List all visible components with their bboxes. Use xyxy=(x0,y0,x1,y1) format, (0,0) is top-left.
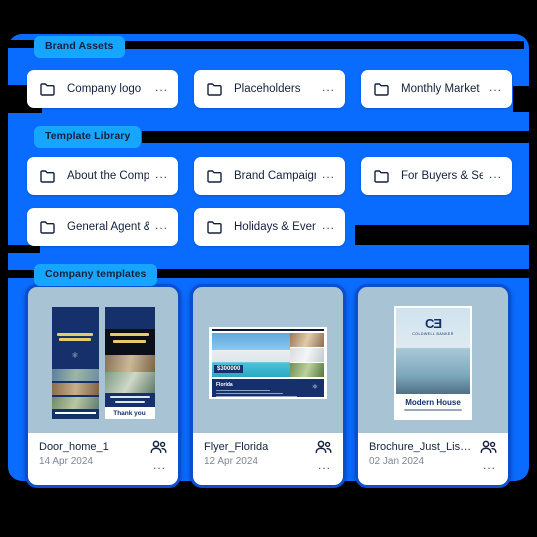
folder-chip-label: Brand Campaigns xyxy=(234,170,316,182)
folder-chip-label: Monthly Market S... xyxy=(401,83,483,95)
folder-icon xyxy=(374,82,389,96)
brochure-title: Modern House xyxy=(405,398,461,407)
redaction-bar-left-low xyxy=(0,245,40,253)
folder-chip-menu-icon[interactable]: ... xyxy=(316,219,335,231)
template-thumbnail: $300000 Florida ⚛ xyxy=(193,287,343,439)
redaction-bar-header-3 xyxy=(152,269,537,278)
folder-chip-menu-icon[interactable]: ... xyxy=(483,168,502,180)
door-back-header xyxy=(104,307,155,329)
brand-name: COLDWELL BANKER xyxy=(412,332,454,336)
flyer-price: $300000 xyxy=(214,365,244,373)
template-thumbnail: CƎ COLDWELL BANKER Modern House xyxy=(358,287,508,439)
redaction-bar-header-1 xyxy=(124,41,524,49)
door-footer-rule xyxy=(54,412,96,414)
folder-icon xyxy=(40,169,55,183)
people-icon[interactable] xyxy=(479,440,498,459)
folder-chip-menu-icon[interactable]: ... xyxy=(483,81,502,93)
folder-chip-menu-icon[interactable]: ... xyxy=(149,81,168,93)
folder-chip-placeholders[interactable]: Placeholders ... xyxy=(194,70,345,108)
folder-chip-label: Holidays & Events xyxy=(234,221,316,233)
template-menu-icon[interactable]: ... xyxy=(318,459,331,471)
folder-chip-menu-icon[interactable]: ... xyxy=(316,81,335,93)
template-name: Brochure_Just_Listed xyxy=(369,441,473,453)
brochure-address-rule xyxy=(404,409,462,411)
folder-chip-menu-icon[interactable]: ... xyxy=(149,168,168,180)
brand-logo-icon: ⚛ xyxy=(71,351,79,360)
template-menu-icon[interactable]: ... xyxy=(153,459,166,471)
photo-strip xyxy=(51,369,99,411)
door-panel-back: Thank you xyxy=(104,307,155,419)
door-back-photos xyxy=(104,355,155,393)
template-card[interactable]: ⚛ Thank you Door_home_1 14 Apr 2024 ... xyxy=(25,284,181,488)
folder-chip-label: About the Company xyxy=(67,170,149,182)
folder-chip-general-agent[interactable]: General Agent & T... ... xyxy=(27,208,178,246)
template-card[interactable]: $300000 Florida ⚛ Flyer_Florida 12 Apr 2… xyxy=(190,284,346,488)
section-header-company-templates: Company templates xyxy=(34,264,158,286)
people-icon[interactable] xyxy=(149,440,168,459)
template-name: Door_home_1 xyxy=(39,441,109,453)
door-headline xyxy=(56,333,95,343)
folder-chip-brand-campaigns[interactable]: Brand Campaigns ... xyxy=(194,157,345,195)
folder-chip-about-the-company[interactable]: About the Company ... xyxy=(27,157,178,195)
brochure-hero-photo: CƎ COLDWELL BANKER xyxy=(396,308,470,394)
flyer-side-photos xyxy=(290,333,324,377)
door-back-headline xyxy=(104,329,155,355)
template-thumbnail: ⚛ Thank you xyxy=(28,287,178,439)
redaction-bar-header-2 xyxy=(142,131,537,143)
folder-icon xyxy=(40,220,55,234)
folder-icon xyxy=(40,82,55,96)
template-meta: Brochure_Just_Listed 02 Jan 2024 ... xyxy=(358,433,508,485)
door-hanger-artwork: ⚛ Thank you xyxy=(51,307,155,419)
folder-chip-menu-icon[interactable]: ... xyxy=(316,168,335,180)
door-panel-front: ⚛ xyxy=(51,307,99,419)
folder-icon xyxy=(374,169,389,183)
redaction-bar-right-top xyxy=(513,86,537,112)
brand-logo-icon: CƎ COLDWELL BANKER xyxy=(396,316,470,336)
template-name: Flyer_Florida xyxy=(204,441,269,453)
folder-chip-holidays-events[interactable]: Holidays & Events ... xyxy=(194,208,345,246)
door-back-cta xyxy=(104,393,155,407)
flyer-location: Florida xyxy=(216,382,233,388)
folder-chip-label: Company logo xyxy=(67,83,142,95)
folder-chip-label: Placeholders xyxy=(234,83,301,95)
section-header-template-library: Template Library xyxy=(34,126,142,148)
folder-chip-for-buyers-sellers[interactable]: For Buyers & Sellers ... xyxy=(361,157,512,195)
template-menu-icon[interactable]: ... xyxy=(483,459,496,471)
flyer-top-rule xyxy=(212,329,324,331)
folder-chip-menu-icon[interactable]: ... xyxy=(149,219,168,231)
folder-chip-monthly-market[interactable]: Monthly Market S... ... xyxy=(361,70,512,108)
screen: Brand Assets Company logo ... Placeholde… xyxy=(0,0,537,537)
flyer-artwork: $300000 Florida ⚛ xyxy=(209,327,327,399)
folder-icon xyxy=(207,220,222,234)
flyer-footer: Florida ⚛ xyxy=(212,379,324,397)
door-thank-you: Thank you xyxy=(104,407,155,419)
template-meta: Flyer_Florida 12 Apr 2024 ... xyxy=(193,433,343,485)
section-header-brand-assets: Brand Assets xyxy=(34,36,125,58)
template-meta: Door_home_1 14 Apr 2024 ... xyxy=(28,433,178,485)
folder-icon xyxy=(207,82,222,96)
brochure-artwork: CƎ COLDWELL BANKER Modern House xyxy=(394,306,472,420)
folder-chip-label: General Agent & T... xyxy=(67,221,149,233)
people-icon[interactable] xyxy=(314,440,333,459)
folder-chip-label: For Buyers & Sellers xyxy=(401,170,483,182)
template-card[interactable]: CƎ COLDWELL BANKER Modern House Brochure… xyxy=(355,284,511,488)
redaction-bar-right-mid xyxy=(355,225,537,245)
brand-logo-icon: ⚛ xyxy=(311,384,318,391)
folder-chip-company-logo[interactable]: Company logo ... xyxy=(27,70,178,108)
folder-icon xyxy=(207,169,222,183)
